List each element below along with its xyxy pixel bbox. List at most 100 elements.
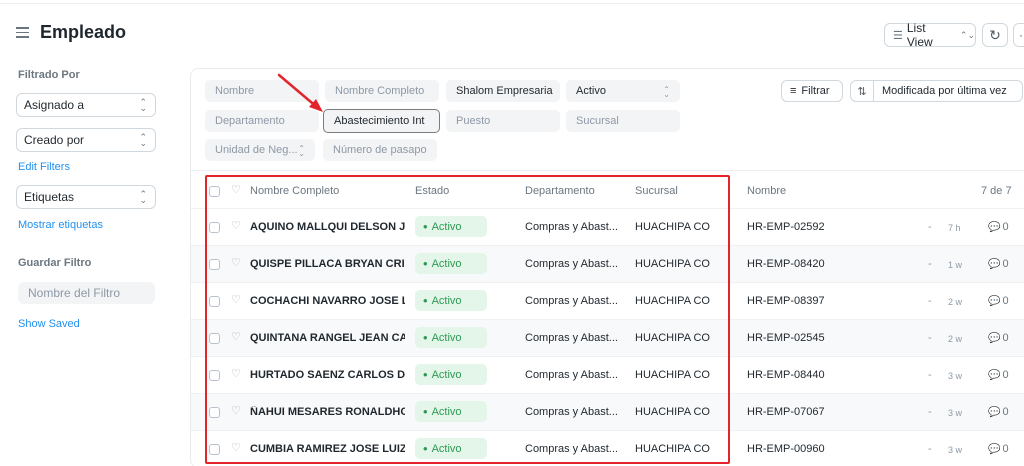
heart-icon[interactable]: ♡: [231, 185, 241, 196]
branch: HUACHIPA CO: [635, 332, 710, 344]
tags-label: Etiquetas: [24, 190, 75, 204]
chevron-updown-icon: ⌃⌄: [139, 189, 147, 205]
comment-count[interactable]: 💬 0: [988, 295, 1009, 307]
filter-nombre[interactable]: Nombre: [205, 80, 319, 102]
modified-time: 3 w: [948, 408, 963, 418]
list-view-label: List View: [906, 21, 933, 49]
employee-name[interactable]: ÑAHUI MESARES RONALDHO: [250, 406, 405, 418]
heart-icon[interactable]: ♡: [231, 295, 241, 306]
edit-filters-link[interactable]: Edit Filters: [18, 161, 70, 173]
employee-name[interactable]: QUISPE PILLACA BRYAN CRIST: [250, 258, 405, 270]
department: Compras y Abast...: [525, 221, 618, 233]
filter-departamento-value[interactable]: Abastecimiento Int: [323, 109, 440, 133]
table-row[interactable]: ♡ CUMBIA RAMIREZ JOSE LUIZ • Activo Compr…: [191, 430, 1024, 466]
filter-name-input[interactable]: Nombre del Filtro: [18, 282, 155, 304]
department: Compras y Abast...: [525, 369, 618, 381]
row-checkbox[interactable]: [209, 259, 220, 270]
row-checkbox[interactable]: [209, 407, 220, 418]
col-departamento[interactable]: Departamento: [525, 185, 595, 197]
created-by-label: Creado por: [24, 133, 85, 147]
filter-pasaporte[interactable]: Número de pasapo: [323, 139, 437, 161]
table-row[interactable]: ♡ COCHACHI NAVARRO JOSE LU • Activo Compr…: [191, 282, 1024, 319]
filtered-by-label: Filtrado Por: [18, 69, 80, 81]
status-badge: • Activo: [415, 216, 487, 237]
comment-count[interactable]: 💬 0: [988, 258, 1009, 270]
branch: HUACHIPA CO: [635, 443, 710, 455]
assigned-dash: -: [928, 332, 932, 344]
top-border: [0, 3, 1024, 4]
table-row[interactable]: ♡ AQUINO MALLQUI DELSON JES • Activo Comp…: [191, 208, 1024, 245]
refresh-icon: ↻: [989, 26, 1001, 43]
table-row[interactable]: ♡ ÑAHUI MESARES RONALDHO • Activo Compras…: [191, 393, 1024, 430]
comment-count[interactable]: 💬 0: [988, 221, 1009, 233]
comment-count[interactable]: 💬 0: [988, 369, 1009, 381]
filter-puesto[interactable]: Puesto: [446, 110, 560, 132]
comment-icon: 💬: [988, 296, 1001, 307]
heart-icon[interactable]: ♡: [231, 332, 241, 343]
comment-count[interactable]: 💬 0: [988, 406, 1009, 418]
branch: HUACHIPA CO: [635, 221, 710, 233]
sort-field-button[interactable]: Modificada por última vez: [873, 80, 1023, 102]
col-sucursal[interactable]: Sucursal: [635, 185, 678, 197]
save-filter-label: Guardar Filtro: [18, 257, 92, 269]
filter-empresa[interactable]: Shalom Empresaria: [446, 80, 560, 102]
employee-name[interactable]: CUMBIA RAMIREZ JOSE LUIZ: [250, 443, 405, 455]
employee-name[interactable]: AQUINO MALLQUI DELSON JES: [250, 221, 405, 233]
col-nombre[interactable]: Nombre: [747, 185, 786, 197]
status-label: Activo: [431, 257, 462, 270]
assigned-to-label: Asignado a: [24, 98, 85, 112]
table-row[interactable]: ♡ QUISPE PILLACA BRYAN CRIST • Activo Com…: [191, 245, 1024, 282]
row-count: 7 de 7: [981, 185, 1012, 197]
col-nombre-completo[interactable]: Nombre Completo: [250, 185, 339, 197]
filter-estado[interactable]: Activo ⌃ ⌄: [566, 80, 680, 102]
employee-name[interactable]: COCHACHI NAVARRO JOSE LU: [250, 295, 405, 307]
sort-order-button[interactable]: ⇅: [850, 80, 874, 102]
select-all-checkbox[interactable]: [209, 186, 220, 197]
filter-unidad-negocio[interactable]: Unidad de Neg... ⌃ ⌄: [205, 139, 315, 161]
chevron-updown-icon: ⌃⌄: [663, 85, 670, 99]
status-dot-icon: •: [423, 218, 428, 234]
tags-select[interactable]: Etiquetas ⌃ ⌄: [16, 185, 156, 209]
filter-estado-value: Activo: [576, 85, 606, 97]
more-button[interactable]: ··: [1013, 23, 1024, 47]
employee-id: HR-EMP-08397: [747, 295, 825, 307]
employee-name[interactable]: QUINTANA RANGEL JEAN CAR: [250, 332, 405, 344]
status-dot-icon: •: [423, 329, 428, 345]
row-checkbox[interactable]: [209, 296, 220, 307]
filter-button[interactable]: ≡ Filtrar: [781, 80, 843, 102]
heart-icon[interactable]: ♡: [231, 406, 241, 417]
employee-name[interactable]: HURTADO SAENZ CARLOS DA: [250, 369, 405, 381]
employee-id: HR-EMP-08440: [747, 369, 825, 381]
row-checkbox[interactable]: [209, 333, 220, 344]
table-header: ♡ Nombre Completo Estado Departamento Su…: [191, 175, 1024, 207]
heart-icon[interactable]: ♡: [231, 258, 241, 269]
heart-icon[interactable]: ♡: [231, 369, 241, 380]
col-estado[interactable]: Estado: [415, 185, 449, 197]
refresh-button[interactable]: ↻: [982, 23, 1008, 47]
table-row[interactable]: ♡ QUINTANA RANGEL JEAN CAR • Activo Compr…: [191, 319, 1024, 356]
comment-count[interactable]: 💬 0: [988, 443, 1009, 455]
row-checkbox[interactable]: [209, 444, 220, 455]
show-saved-link[interactable]: Show Saved: [18, 318, 80, 330]
comment-icon: 💬: [988, 370, 1001, 381]
show-tags-link[interactable]: Mostrar etiquetas: [18, 219, 103, 231]
branch: HUACHIPA CO: [635, 406, 710, 418]
list-view-button[interactable]: ☰ List View ⌃⌄: [884, 21, 976, 49]
comment-count[interactable]: 💬 0: [988, 332, 1009, 344]
comment-count-value: 0: [1002, 406, 1009, 418]
created-by-select[interactable]: Creado por ⌃ ⌄: [16, 128, 156, 152]
heart-icon[interactable]: ♡: [231, 443, 241, 454]
page-header: Empleado ☰ List View ⌃⌄ ↻ ··: [0, 14, 1024, 54]
modified-time: 1 w: [948, 260, 963, 270]
row-checkbox[interactable]: [209, 370, 220, 381]
filter-sucursal[interactable]: Sucursal: [566, 110, 680, 132]
employee-id: HR-EMP-00960: [747, 443, 825, 455]
filter-departamento[interactable]: Departamento: [205, 110, 319, 132]
status-badge: • Activo: [415, 327, 487, 348]
table-row[interactable]: ♡ HURTADO SAENZ CARLOS DA • Activo Compra…: [191, 356, 1024, 393]
filter-nombre-completo[interactable]: Nombre Completo: [325, 80, 439, 102]
hamburger-icon[interactable]: [16, 27, 29, 38]
assigned-to-select[interactable]: Asignado a ⌃ ⌄: [16, 93, 156, 117]
row-checkbox[interactable]: [209, 222, 220, 233]
heart-icon[interactable]: ♡: [231, 221, 241, 232]
